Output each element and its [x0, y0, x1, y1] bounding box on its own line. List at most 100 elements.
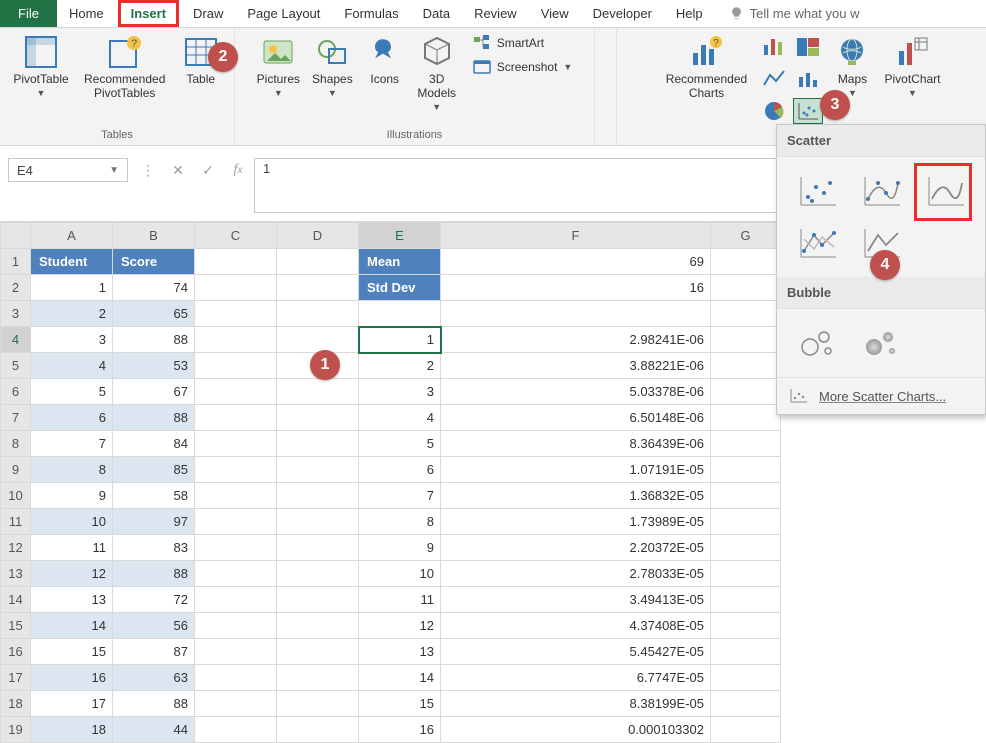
cell-D10[interactable]: [277, 483, 359, 509]
cell-G11[interactable]: [711, 509, 781, 535]
fx-accept-button[interactable]: ✓: [194, 158, 222, 182]
cell-A8[interactable]: 7: [31, 431, 113, 457]
cell-B10[interactable]: 58: [113, 483, 195, 509]
cell-A1[interactable]: Student: [31, 249, 113, 275]
cell-G16[interactable]: [711, 639, 781, 665]
cell-F16[interactable]: 5.45427E-05: [441, 639, 711, 665]
cell-F10[interactable]: 1.36832E-05: [441, 483, 711, 509]
cell-E4[interactable]: 1: [359, 327, 441, 353]
cell-E18[interactable]: 15: [359, 691, 441, 717]
cell-D9[interactable]: [277, 457, 359, 483]
cell-B18[interactable]: 88: [113, 691, 195, 717]
fx-button[interactable]: fx: [224, 158, 252, 182]
fx-cancel-button[interactable]: ✕: [164, 158, 192, 182]
row-header-3[interactable]: 3: [1, 301, 31, 327]
pivottable-button[interactable]: PivotTable▼: [9, 32, 72, 100]
select-all-corner[interactable]: [1, 223, 31, 249]
cell-C11[interactable]: [195, 509, 277, 535]
line-chart-button[interactable]: [759, 66, 789, 92]
cell-B5[interactable]: 53: [113, 353, 195, 379]
cell-D7[interactable]: [277, 405, 359, 431]
row-header-11[interactable]: 11: [1, 509, 31, 535]
col-A[interactable]: A: [31, 223, 113, 249]
bubble-option[interactable]: [794, 323, 840, 363]
row-header-14[interactable]: 14: [1, 587, 31, 613]
cell-F2[interactable]: 16: [441, 275, 711, 301]
tab-home[interactable]: Home: [57, 0, 116, 27]
cell-C3[interactable]: [195, 301, 277, 327]
cell-B7[interactable]: 88: [113, 405, 195, 431]
tab-draw[interactable]: Draw: [181, 0, 235, 27]
cell-G1[interactable]: [711, 249, 781, 275]
tab-view[interactable]: View: [529, 0, 581, 27]
cell-C12[interactable]: [195, 535, 277, 561]
cell-F11[interactable]: 1.73989E-05: [441, 509, 711, 535]
cell-E8[interactable]: 5: [359, 431, 441, 457]
cell-B14[interactable]: 72: [113, 587, 195, 613]
cell-G7[interactable]: [711, 405, 781, 431]
cell-B13[interactable]: 88: [113, 561, 195, 587]
cell-G18[interactable]: [711, 691, 781, 717]
name-box[interactable]: E4 ▼: [8, 158, 128, 182]
recommended-charts-button[interactable]: ? Recommended Charts: [658, 32, 754, 102]
grid[interactable]: A B C D E F G 1StudentScoreMean692174Std…: [0, 222, 781, 743]
cell-G10[interactable]: [711, 483, 781, 509]
cell-F18[interactable]: 8.38199E-05: [441, 691, 711, 717]
row-header-17[interactable]: 17: [1, 665, 31, 691]
cell-G17[interactable]: [711, 665, 781, 691]
cell-F3[interactable]: [441, 301, 711, 327]
cell-E14[interactable]: 11: [359, 587, 441, 613]
recommended-pivottables-button[interactable]: ? Recommended PivotTables: [77, 32, 173, 102]
cell-G13[interactable]: [711, 561, 781, 587]
cell-A10[interactable]: 9: [31, 483, 113, 509]
cell-G12[interactable]: [711, 535, 781, 561]
statistic-chart-button[interactable]: [793, 66, 823, 92]
cell-B15[interactable]: 56: [113, 613, 195, 639]
cell-E12[interactable]: 9: [359, 535, 441, 561]
tab-help[interactable]: Help: [664, 0, 715, 27]
pivotchart-button[interactable]: PivotChart▼: [880, 32, 944, 100]
cell-D15[interactable]: [277, 613, 359, 639]
cell-C15[interactable]: [195, 613, 277, 639]
cell-E16[interactable]: 13: [359, 639, 441, 665]
cell-D8[interactable]: [277, 431, 359, 457]
cell-B4[interactable]: 88: [113, 327, 195, 353]
row-header-9[interactable]: 9: [1, 457, 31, 483]
cell-F1[interactable]: 69: [441, 249, 711, 275]
cell-E6[interactable]: 3: [359, 379, 441, 405]
scatter-smooth-markers-option[interactable]: [858, 171, 904, 211]
cell-D13[interactable]: [277, 561, 359, 587]
row-header-15[interactable]: 15: [1, 613, 31, 639]
cell-D3[interactable]: [277, 301, 359, 327]
shapes-button[interactable]: Shapes▼: [308, 32, 357, 100]
cell-C9[interactable]: [195, 457, 277, 483]
cell-B11[interactable]: 97: [113, 509, 195, 535]
cell-C4[interactable]: [195, 327, 277, 353]
cell-B16[interactable]: 87: [113, 639, 195, 665]
cell-D11[interactable]: [277, 509, 359, 535]
tab-file[interactable]: File: [0, 0, 57, 27]
col-F[interactable]: F: [441, 223, 711, 249]
cell-F6[interactable]: 5.03378E-06: [441, 379, 711, 405]
cell-A4[interactable]: 3: [31, 327, 113, 353]
cell-E1[interactable]: Mean: [359, 249, 441, 275]
cell-C10[interactable]: [195, 483, 277, 509]
tab-page-layout[interactable]: Page Layout: [235, 0, 332, 27]
cell-F9[interactable]: 1.07191E-05: [441, 457, 711, 483]
col-D[interactable]: D: [277, 223, 359, 249]
cell-A9[interactable]: 8: [31, 457, 113, 483]
cell-G4[interactable]: [711, 327, 781, 353]
screenshot-button[interactable]: Screenshot▼: [469, 56, 577, 78]
cell-F4[interactable]: 2.98241E-06: [441, 327, 711, 353]
cell-G3[interactable]: [711, 301, 781, 327]
more-scatter-charts[interactable]: More Scatter Charts...: [777, 377, 985, 414]
cell-D1[interactable]: [277, 249, 359, 275]
cell-B9[interactable]: 85: [113, 457, 195, 483]
cell-D17[interactable]: [277, 665, 359, 691]
column-chart-button[interactable]: [759, 34, 789, 60]
cell-A17[interactable]: 16: [31, 665, 113, 691]
3d-models-button[interactable]: 3D Models▼: [413, 32, 461, 114]
cell-F12[interactable]: 2.20372E-05: [441, 535, 711, 561]
cell-C16[interactable]: [195, 639, 277, 665]
cell-A15[interactable]: 14: [31, 613, 113, 639]
